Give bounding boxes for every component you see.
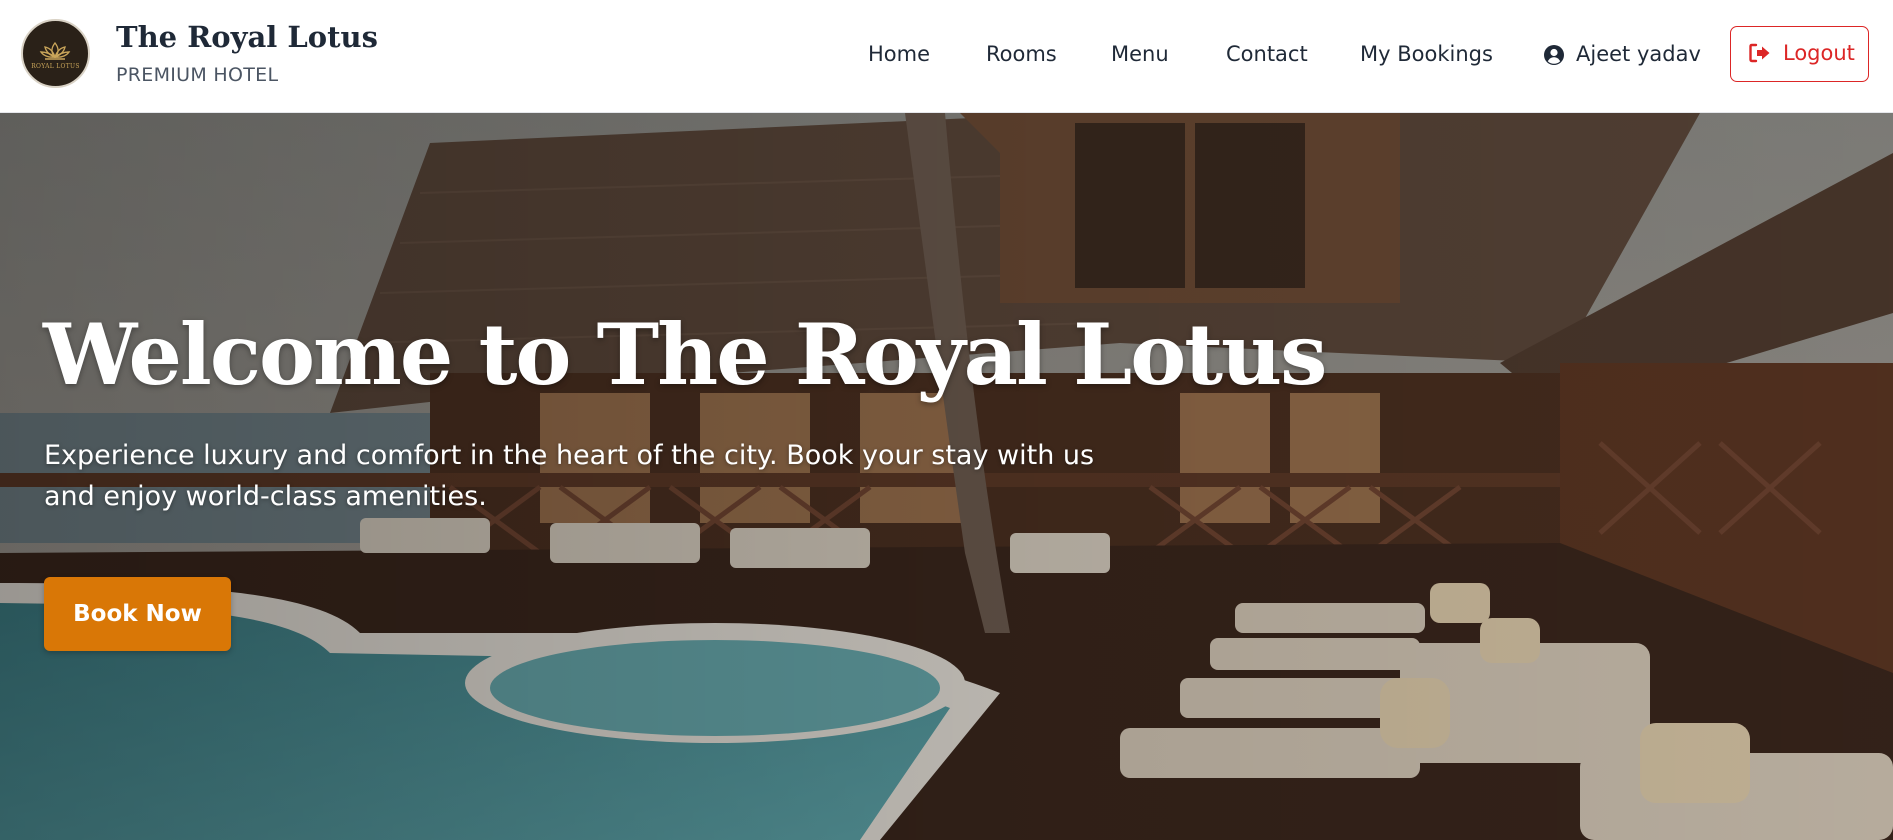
nav-home-link[interactable]: Home bbox=[868, 42, 930, 66]
brand-title[interactable]: The Royal Lotus bbox=[116, 20, 378, 54]
book-now-button[interactable]: Book Now bbox=[44, 577, 231, 651]
nav-menu-link[interactable]: Menu bbox=[1111, 42, 1169, 66]
nav-rooms-link[interactable]: Rooms bbox=[986, 42, 1057, 66]
logout-button[interactable]: Logout bbox=[1730, 26, 1869, 82]
brand-subtitle: PREMIUM HOTEL bbox=[116, 64, 279, 86]
hero-description: Experience luxury and comfort in the hea… bbox=[44, 440, 1095, 512]
logo-text: ROYAL LOTUS bbox=[31, 63, 80, 70]
hotel-logo[interactable]: ROYAL LOTUS bbox=[21, 19, 90, 88]
nav-contact-link[interactable]: Contact bbox=[1226, 42, 1308, 66]
lotus-icon bbox=[39, 41, 71, 60]
sign-out-icon bbox=[1749, 43, 1770, 63]
hero-title: Welcome to The Royal Lotus bbox=[43, 305, 1327, 404]
hero-section: Welcome to The Royal Lotus Experience lu… bbox=[0, 113, 1893, 840]
user-name: Ajeet yadav bbox=[1576, 42, 1701, 66]
logout-label: Logout bbox=[1783, 41, 1855, 65]
site-header: ROYAL LOTUS The Royal Lotus PREMIUM HOTE… bbox=[0, 0, 1893, 113]
nav-my-bookings-link[interactable]: My Bookings bbox=[1360, 42, 1493, 66]
user-circle-icon bbox=[1544, 45, 1564, 65]
